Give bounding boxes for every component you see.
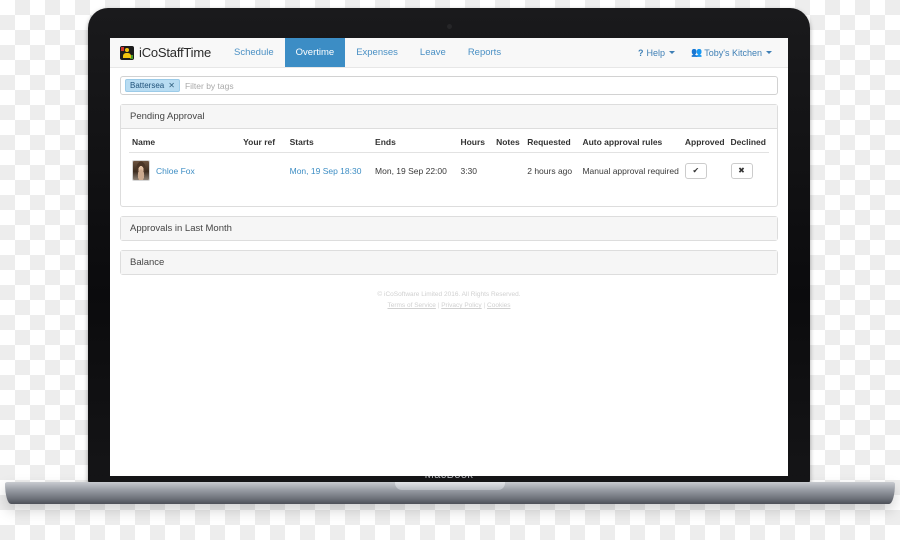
page-footer: © iCoSoftware Limited 2016. All Rights R…: [120, 289, 778, 311]
laptop-base: [5, 482, 895, 504]
account-menu[interactable]: 👥 Toby's Kitchen: [683, 38, 780, 67]
footer-link-privacy[interactable]: Privacy Policy: [441, 302, 481, 309]
footer-link-cookies[interactable]: Cookies: [487, 302, 510, 309]
column-header-name: Name: [129, 129, 241, 153]
cell-name: Chloe Fox: [129, 153, 240, 189]
cell-requested: 2 hours ago: [527, 165, 573, 176]
app-logo-icon: [120, 45, 134, 60]
filter-tag-battersea[interactable]: Battersea ✕: [125, 79, 180, 92]
approve-button[interactable]: ✔: [684, 162, 707, 179]
browser-screen: iCoStaffTime Schedule Overtime Expenses …: [110, 38, 788, 476]
footer-link-terms[interactable]: Terms of Service: [387, 302, 435, 309]
column-header-requested: Requested: [524, 129, 580, 153]
people-icon: 👥: [691, 47, 702, 57]
tag-filter-input[interactable]: [184, 80, 773, 91]
cell-declined: ✖: [728, 153, 769, 189]
help-menu[interactable]: ? Help: [630, 38, 683, 67]
nav-item-overtime[interactable]: Overtime: [284, 38, 346, 67]
tag-filter-bar[interactable]: Battersea ✕: [120, 76, 778, 95]
chevron-down-icon: [669, 51, 676, 54]
cell-hours: 3:30: [460, 165, 478, 176]
overtime-table: Name Your ref Starts Ends Hours Notes Re…: [129, 129, 769, 188]
footer-separator: |: [437, 302, 440, 310]
panel-header-approvals-last-month[interactable]: Approvals in Last Month: [121, 217, 777, 240]
panel-body-pending-approval: Name Your ref Starts Ends Hours Notes Re…: [121, 129, 777, 206]
chevron-down-icon: [766, 51, 772, 54]
panel-header-balance[interactable]: Balance: [121, 251, 777, 274]
navbar-right: ? Help 👥 Toby's Kitchen: [630, 38, 788, 67]
cell-starts[interactable]: Mon, 19 Sep 18:30: [287, 153, 372, 189]
laptop-mockup: MacBook iCoStaffTime Schedule Overtime E…: [0, 0, 900, 540]
webcam-icon: [446, 24, 452, 29]
column-header-auto-approval-rules: Auto approval rules: [579, 129, 682, 153]
cell-approved: ✔: [682, 153, 728, 189]
cell-notes: [493, 153, 524, 189]
page-body: Battersea ✕ Pending Approval Name Your r…: [110, 68, 788, 311]
app-brand[interactable]: iCoStaffTime: [116, 38, 223, 67]
cell-your-ref: [240, 153, 287, 189]
column-header-hours: Hours: [457, 129, 494, 153]
nav-item-expenses[interactable]: Expenses: [345, 38, 409, 67]
nav-item-reports[interactable]: Reports: [457, 38, 512, 67]
panel-balance: Balance: [120, 250, 778, 275]
column-header-your-ref: Your ref: [240, 129, 287, 153]
question-mark-icon: ?: [638, 47, 644, 58]
laptop-base-notch: [395, 482, 505, 490]
cell-ends: Mon, 19 Sep 22:00: [375, 165, 447, 176]
app-brand-name: iCoStaffTime: [139, 45, 212, 60]
footer-links: Terms of Service | Privacy Policy | Cook…: [120, 300, 778, 311]
nav-item-leave[interactable]: Leave: [409, 38, 457, 67]
column-header-ends: Ends: [372, 129, 458, 153]
app-navbar: iCoStaffTime Schedule Overtime Expenses …: [110, 38, 788, 68]
decline-button[interactable]: ✖: [730, 162, 753, 179]
column-header-approved: Approved: [681, 129, 728, 153]
account-label: Toby's Kitchen: [704, 47, 762, 58]
column-header-starts: Starts: [286, 129, 373, 153]
panel-approvals-last-month: Approvals in Last Month: [120, 216, 778, 241]
panel-pending-approval: Pending Approval Name Your ref Starts En…: [120, 104, 778, 207]
footer-copyright: © iCoSoftware Limited 2016. All Rights R…: [377, 291, 521, 298]
avatar: [132, 160, 150, 181]
table-row: Chloe Fox Mon, 19 Sep 18:30 Mon, 19 Sep …: [129, 153, 769, 189]
help-label: Help: [646, 47, 666, 58]
panel-header-pending-approval[interactable]: Pending Approval: [121, 105, 777, 129]
cell-auto-approval-rules: Manual approval required: [582, 165, 679, 176]
table-header-row: Name Your ref Starts Ends Hours Notes Re…: [129, 129, 769, 153]
column-header-declined: Declined: [727, 129, 769, 153]
nav-item-schedule[interactable]: Schedule: [223, 38, 285, 67]
filter-tag-label: Battersea: [130, 80, 165, 90]
close-icon[interactable]: ✕: [168, 81, 175, 90]
footer-separator: |: [483, 302, 486, 310]
employee-name-link[interactable]: Chloe Fox: [156, 166, 195, 176]
column-header-notes: Notes: [493, 129, 525, 153]
